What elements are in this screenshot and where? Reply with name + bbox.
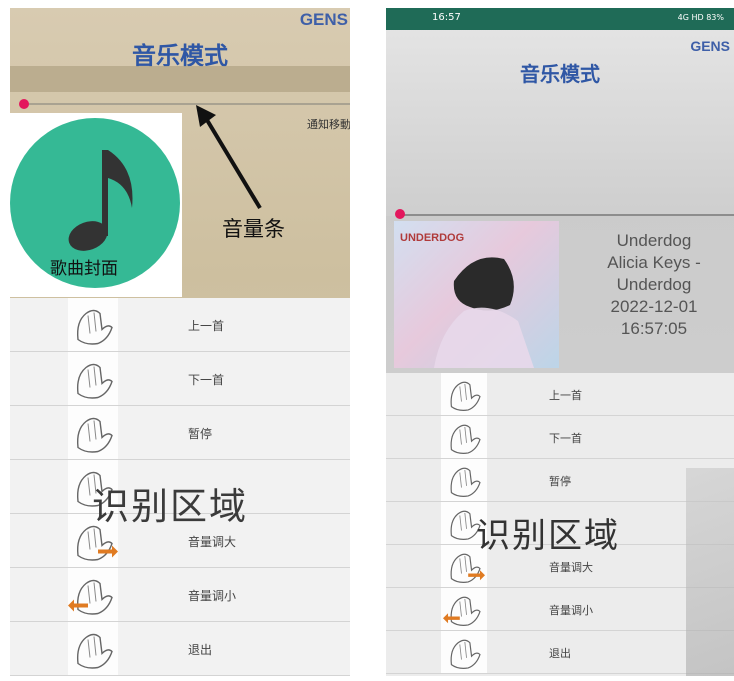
song-artist: Alicia Keys -: [607, 253, 701, 272]
page-title: 音乐模式: [520, 62, 600, 86]
gesture-label: 暂停: [188, 427, 213, 441]
gesture-label: 下一首: [188, 373, 225, 387]
hand-gesture-icon: [68, 352, 118, 405]
hand-gesture-icon: [441, 588, 487, 630]
header-bar: [10, 66, 350, 92]
song-album: Underdog: [616, 275, 692, 294]
gesture-row: 暂停: [386, 459, 734, 502]
gesture-label: 音量调大: [549, 561, 593, 574]
song-info: Underdog Alicia Keys - Underdog 2022-12-…: [582, 230, 726, 340]
volume-bar-annotation: 音量条: [222, 217, 285, 241]
album-title-text: UNDERDOG: [400, 232, 465, 244]
notice-text: 通知移動: [307, 118, 350, 131]
annotation-arrow-icon: [196, 105, 262, 210]
gesture-row: 下一首: [386, 416, 734, 459]
volume-slider-thumb[interactable]: [395, 209, 405, 219]
gesture-label: 音量调小: [188, 589, 237, 603]
music-note-icon: [68, 150, 133, 251]
song-date: 2022-12-01: [610, 297, 698, 316]
gesture-label: 退出: [549, 647, 571, 660]
gesture-row: 上一首: [386, 373, 734, 416]
song-time: 16:57:05: [620, 319, 688, 338]
hand-gesture-icon: [68, 622, 118, 675]
hand-gesture-icon: [441, 631, 487, 673]
hand-gesture-icon: [441, 459, 487, 501]
right-screenshot: 16:57 4G HD 83% GENS 音乐模式 UNDERDOG Under…: [386, 8, 734, 676]
song-title: Underdog: [616, 231, 692, 250]
gesture-row: 退出: [10, 622, 350, 676]
recognition-region-label: 识别区域: [476, 516, 620, 556]
cover-label: 歌曲封面: [50, 259, 118, 279]
hand-gesture-icon: [68, 406, 118, 459]
volume-slider[interactable]: [22, 103, 350, 105]
background-window: [686, 468, 734, 676]
gesture-row: 暂停: [10, 406, 350, 460]
gesture-label: 音量调大: [188, 535, 237, 549]
recognition-region-label: 识别区域: [92, 485, 248, 528]
hand-gesture-icon: [68, 568, 118, 621]
status-indicators: 4G HD 83%: [677, 13, 724, 22]
hand-gesture-icon: [68, 298, 118, 351]
gesture-label: 暂停: [549, 475, 571, 488]
gesture-row: 音量调小: [386, 588, 734, 631]
brand-label: GENS: [299, 10, 348, 29]
gesture-row: 音量调小: [10, 568, 350, 622]
volume-slider-thumb[interactable]: [19, 99, 29, 109]
volume-slider[interactable]: [400, 214, 734, 216]
gesture-label: 上一首: [188, 319, 225, 333]
hand-gesture-icon: [441, 373, 487, 415]
left-screenshot: GENS 音乐模式 通知移動 歌曲封面 音量条 上一首 下一首 暂停 音量调大 音量调小…: [10, 8, 350, 676]
gesture-row: 下一首: [10, 352, 350, 406]
status-time: 16:57: [432, 12, 461, 23]
status-bar: 16:57 4G HD 83%: [386, 8, 734, 30]
brand-label: GENS: [690, 38, 730, 54]
hand-gesture-icon: [441, 416, 487, 458]
gesture-label: 上一首: [549, 389, 582, 402]
gesture-row: 退出: [386, 631, 734, 674]
gesture-label: 下一首: [549, 432, 582, 445]
gesture-label: 音量调小: [549, 604, 593, 617]
gesture-label: 退出: [188, 643, 213, 657]
gesture-row: 上一首: [10, 298, 350, 352]
